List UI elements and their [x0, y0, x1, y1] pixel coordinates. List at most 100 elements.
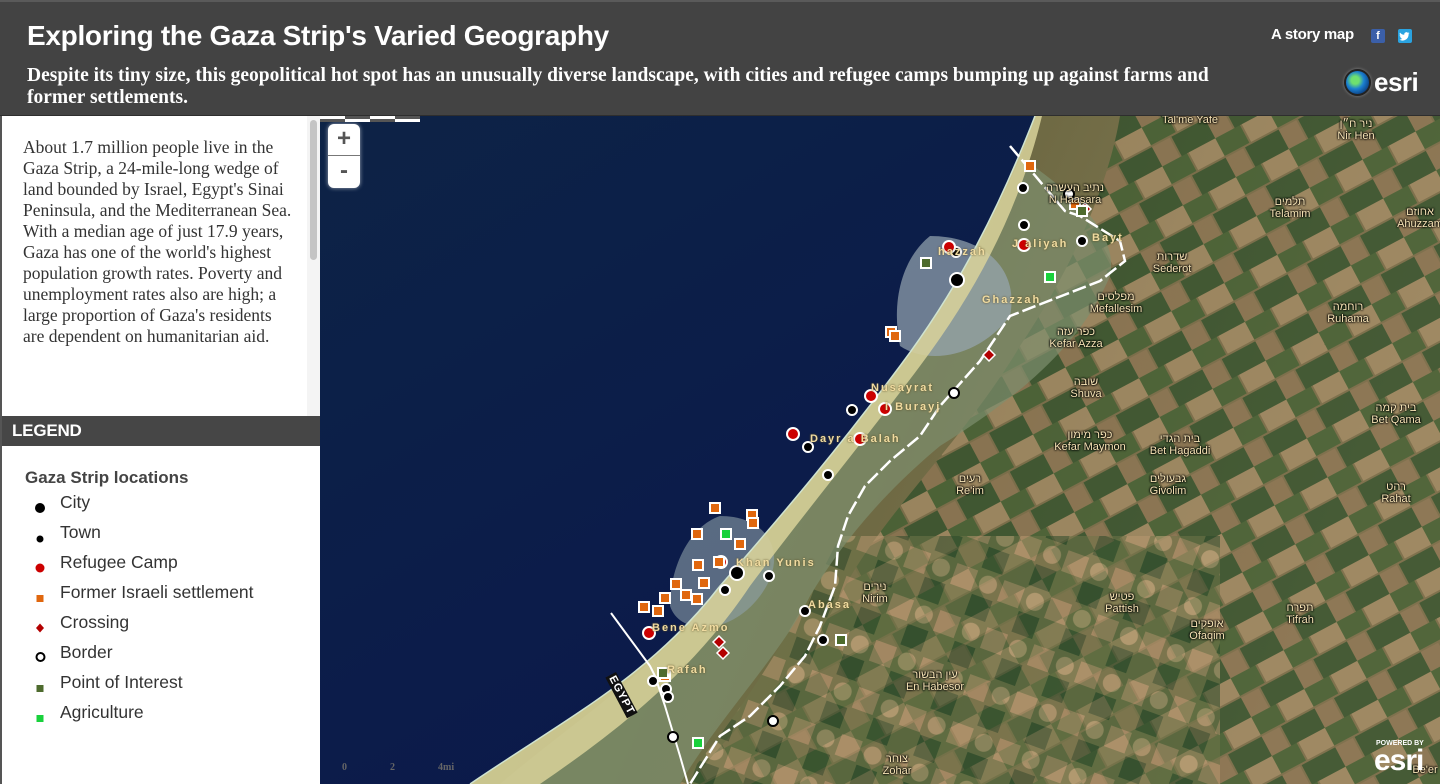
place-label-mefallesim: מפלסים Mefallesim [1090, 291, 1143, 315]
place-label-hebrew: רעים [958, 473, 982, 485]
legend-item-point-of-interest: Point of Interest [60, 672, 183, 692]
marker-poi[interactable] [920, 257, 932, 269]
marker-town[interactable] [1017, 182, 1029, 194]
marker-settlement[interactable] [698, 577, 710, 589]
marker-border[interactable] [667, 731, 679, 743]
scale-label-4mi: 4mi [438, 762, 455, 773]
marker-town[interactable] [1076, 235, 1088, 247]
marker-settlement[interactable] [1024, 160, 1036, 172]
legend-item-refugee-camp: Refugee Camp [60, 552, 178, 572]
place-label-tifrah: תפרח Tifrah [1286, 602, 1314, 626]
marker-town[interactable] [817, 634, 829, 646]
page-title: Exploring the Gaza Strip's Varied Geogra… [27, 20, 609, 51]
facebook-share-button[interactable]: f [1371, 29, 1385, 43]
marker-town[interactable] [1018, 219, 1030, 231]
legend-item-town: Town [60, 522, 101, 542]
place-label-abasan: Abasa [808, 599, 852, 611]
marker-camp[interactable] [786, 427, 800, 441]
place-label-latin: Givolim [1149, 485, 1187, 497]
place-label-latin: Nirim [862, 593, 888, 605]
place-label-latin: Ahuzzam [1397, 218, 1440, 230]
marker-settlement[interactable] [889, 330, 901, 342]
place-label-hebrew: רהט [1386, 481, 1406, 493]
place-label-netiv: נתיב העשרה N Haasara [1046, 182, 1104, 206]
story-map-link[interactable]: A story map [1271, 26, 1354, 43]
esri-logo[interactable]: esri [1344, 67, 1419, 98]
marker-settlement[interactable] [652, 605, 664, 617]
scrollbar-thumb[interactable] [310, 120, 317, 260]
app-header: Exploring the Gaza Strip's Varied Geogra… [0, 0, 1440, 116]
esri-logo-text: esri [1374, 67, 1419, 97]
place-label-hebrew: שובה [1073, 376, 1099, 388]
place-label-latin: En Habesor [905, 681, 965, 693]
place-label-jabaliyah: J aliyah [1012, 238, 1069, 250]
place-label-latin: Sederot [1152, 263, 1192, 275]
zoom-in-button[interactable]: + [328, 124, 360, 156]
zoom-out-button[interactable]: - [328, 156, 360, 188]
place-label-ahuzzam: אחוזם Ahuzzam [1397, 206, 1440, 230]
place-label-hebrew: כפר עזה [1056, 326, 1096, 338]
legend-header[interactable]: LEGEND [2, 416, 320, 446]
legend-item-former-settlement: Former Israeli settlement [60, 582, 254, 602]
marker-settlement[interactable] [691, 593, 703, 605]
place-label-latin: Nir Hen [1337, 130, 1375, 142]
place-label-nusayrat: Nusayrat [871, 382, 935, 394]
marker-border[interactable] [767, 715, 779, 727]
place-label-hebrew: פטיש [1109, 591, 1135, 603]
marker-town[interactable] [647, 675, 659, 687]
place-label-hebrew: בית קמה [1375, 402, 1417, 414]
marker-town[interactable] [763, 570, 775, 582]
legend-panel: Gaza Strip locations City Town Refugee C… [2, 446, 320, 784]
place-label-latin: N Haasara [1048, 194, 1102, 206]
marker-settlement[interactable] [680, 589, 692, 601]
marker-poi[interactable] [835, 634, 847, 646]
place-label-bet-hagaddi: בית הגדי Bet Hagaddi [1150, 433, 1211, 457]
marker-town[interactable] [662, 691, 674, 703]
marker-town[interactable] [846, 404, 858, 416]
marker-settlement[interactable] [638, 601, 650, 613]
place-label-rafah: Rafah [667, 664, 708, 676]
map-view[interactable]: EGYPT J aliyah hazzah Ghazzah Bayt Nusay… [320, 116, 1440, 784]
marker-town[interactable] [822, 469, 834, 481]
marker-settlement[interactable] [734, 538, 746, 550]
place-label-hebrew: צוחר [886, 753, 908, 765]
marker-settlement[interactable] [709, 502, 721, 514]
legend-title: Gaza Strip locations [25, 468, 189, 487]
marker-settlement[interactable] [691, 528, 703, 540]
marker-border[interactable] [948, 387, 960, 399]
scale-label-0: 0 [342, 762, 347, 773]
marker-settlement[interactable] [747, 517, 759, 529]
legend-item-border: Border [60, 642, 113, 662]
place-label-ghazzah-north: hazzah [938, 246, 987, 258]
marker-settlement[interactable] [692, 559, 704, 571]
place-label-hebrew: תפרח [1286, 602, 1314, 614]
marker-agriculture[interactable] [720, 528, 732, 540]
marker-settlement[interactable] [659, 592, 671, 604]
place-label-shuva: שובה Shuva [1070, 376, 1101, 400]
place-label-hebrew: אופקים [1190, 618, 1224, 630]
twitter-share-button[interactable] [1398, 29, 1412, 43]
place-label-hebrew: ניר ח״ן [1339, 118, 1373, 130]
sidebar: About 1.7 million people live in the Gaz… [0, 116, 320, 784]
place-label-telamim: תלמים Telamim [1270, 196, 1311, 220]
marker-settlement[interactable] [713, 556, 725, 568]
twitter-icon [1399, 32, 1410, 41]
place-label-hebrew: שדרות [1156, 251, 1188, 263]
marker-poi[interactable] [1076, 205, 1088, 217]
marker-town[interactable] [719, 584, 731, 596]
powered-by-esri-logo[interactable]: esri [1374, 744, 1424, 778]
place-label-latin: Kefar Azza [1049, 338, 1103, 350]
legend-item-crossing: Crossing [60, 612, 130, 632]
place-label-hebrew: גבעולים [1149, 473, 1187, 485]
marker-agriculture[interactable] [692, 737, 704, 749]
marker-settlement[interactable] [670, 578, 682, 590]
marker-agriculture[interactable] [1044, 271, 1056, 283]
place-label-ofaqim: אופקים Ofaqim [1189, 618, 1224, 642]
place-label-burayj: l Burayj [885, 401, 942, 413]
place-label-latin: Re'im [956, 485, 984, 497]
place-label-hebrew: רוחמה [1332, 301, 1364, 313]
place-label-hebrew: כפר מימון [1067, 429, 1113, 441]
marker-city[interactable] [949, 272, 965, 288]
place-label-khan-yunis: Khan Yunis [736, 557, 816, 569]
city-symbol-icon [35, 503, 45, 513]
